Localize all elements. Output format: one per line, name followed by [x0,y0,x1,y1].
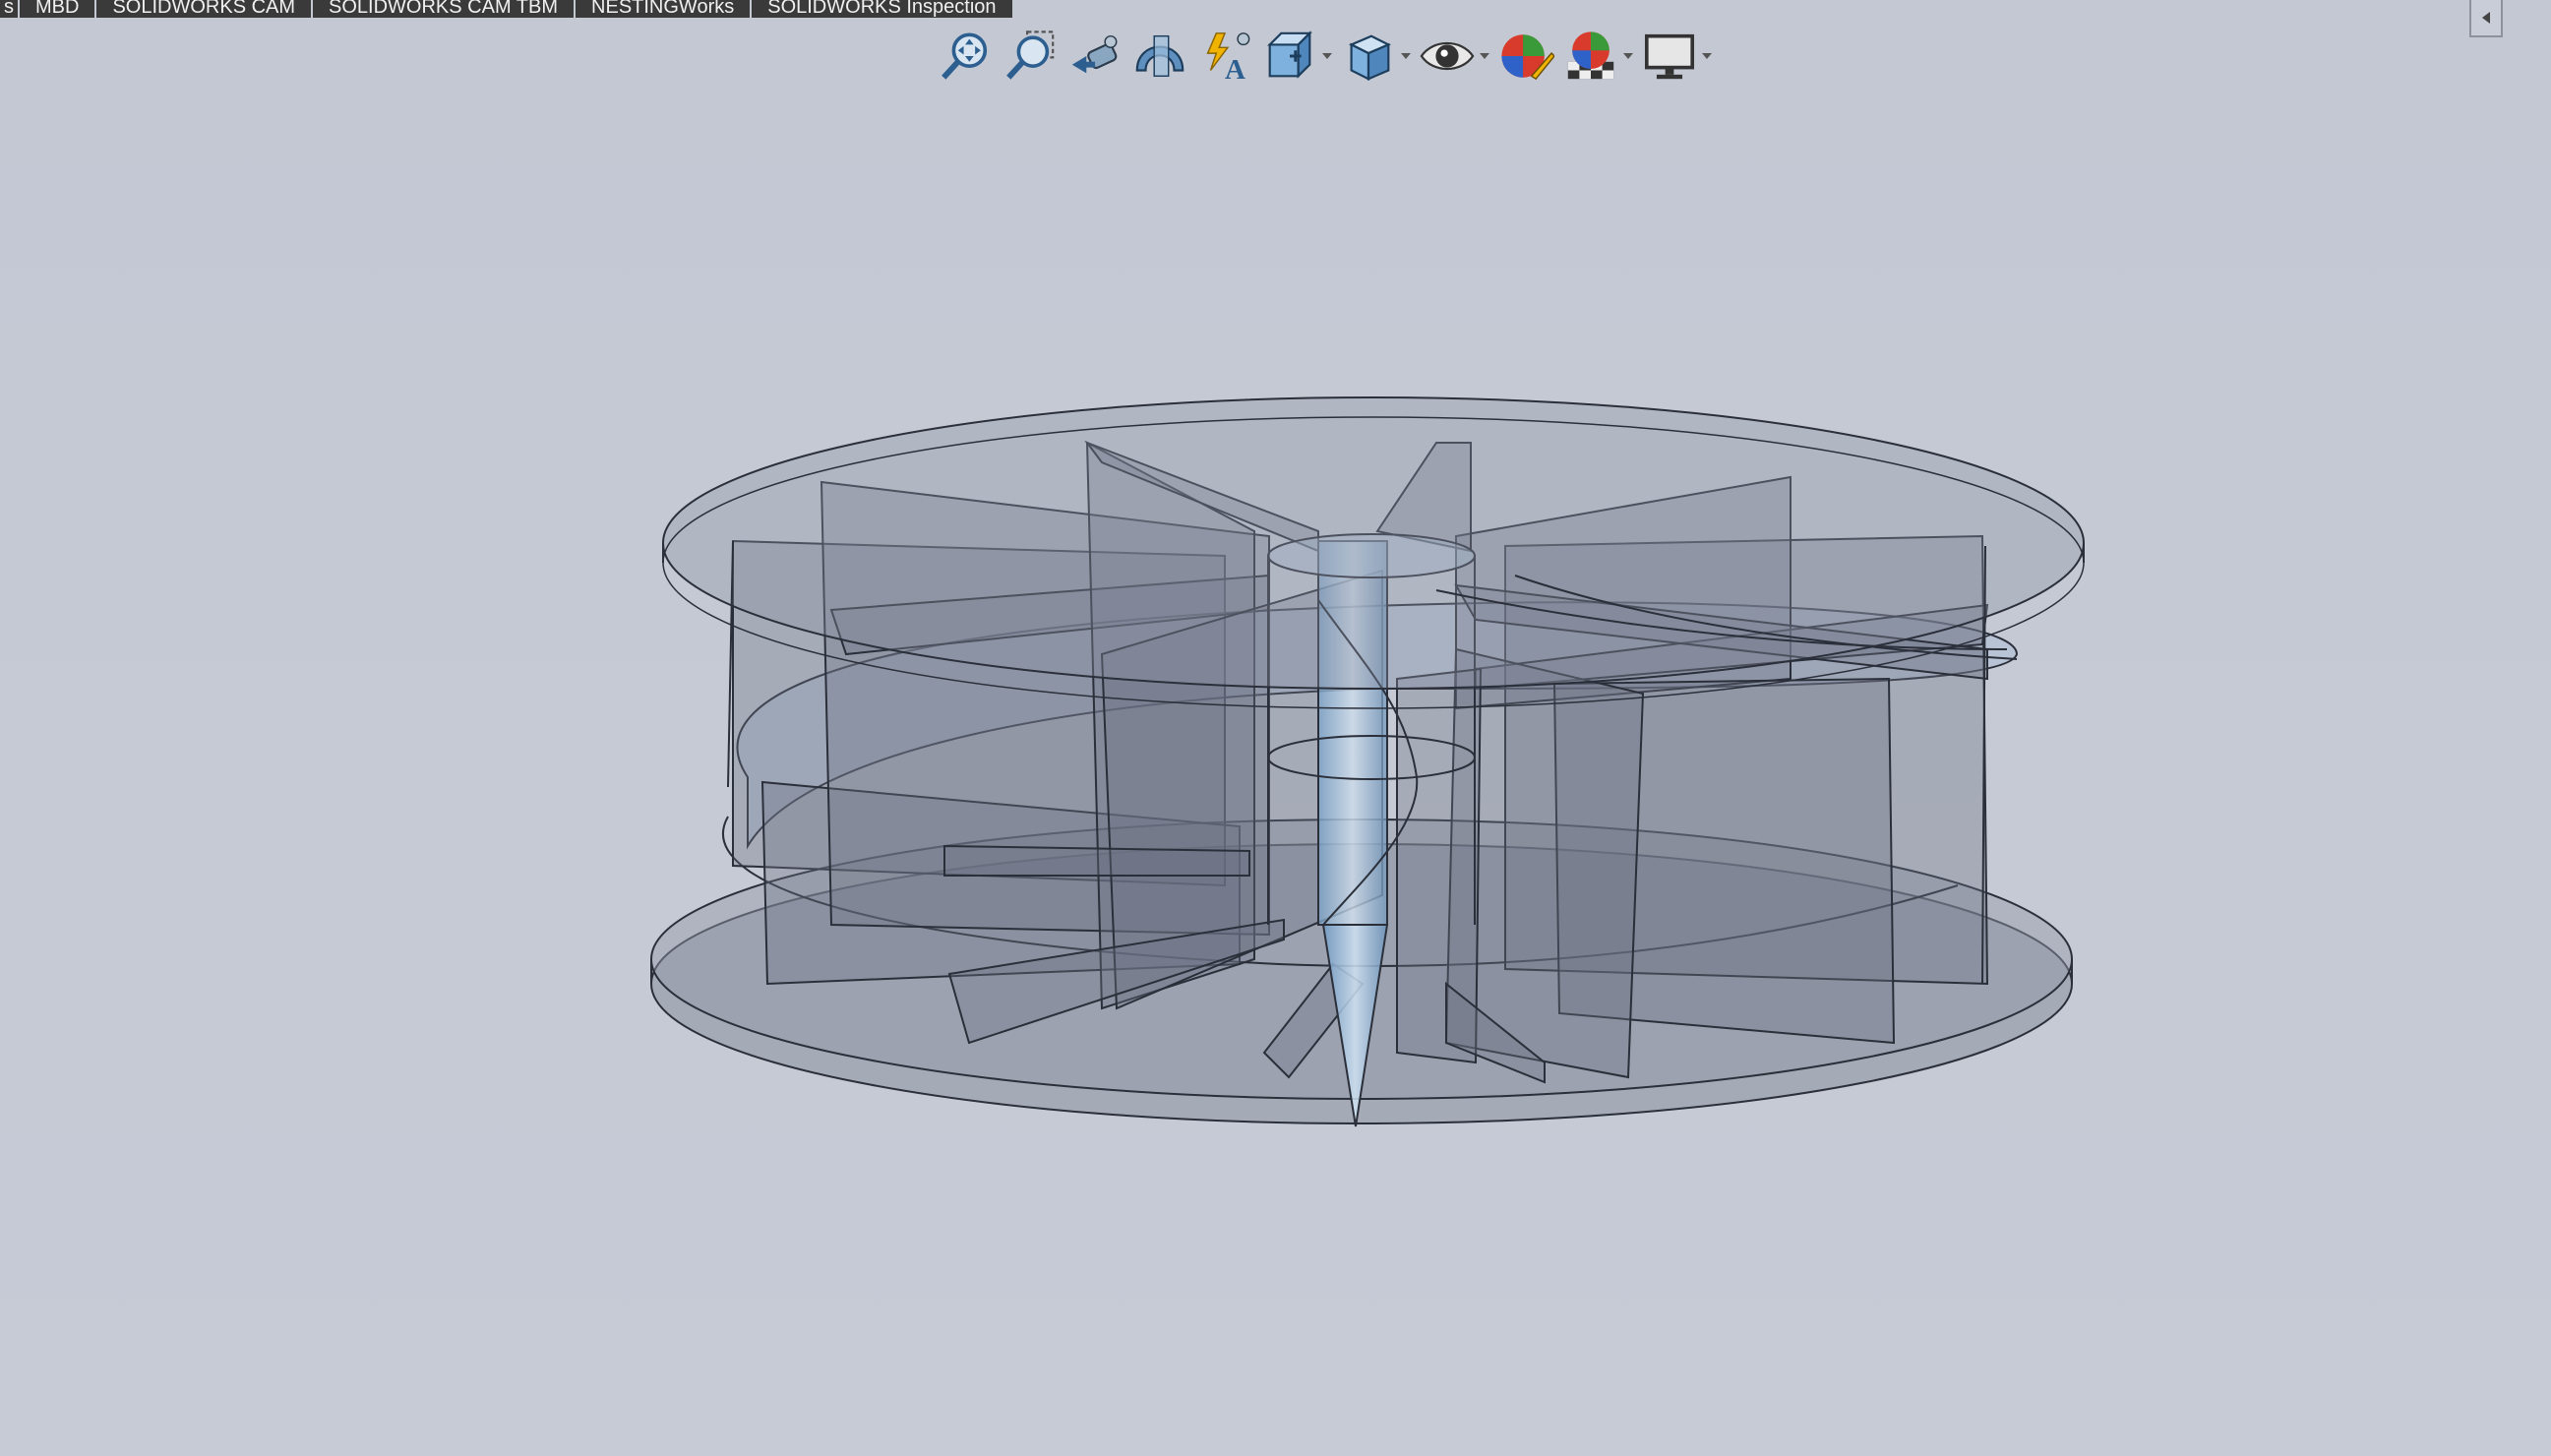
chevron-down-icon [1401,53,1411,59]
display-style-button[interactable] [1338,26,1399,87]
apply-scene-group [1560,26,1635,87]
view-settings-dropdown[interactable] [1700,26,1714,87]
impeller-model[interactable] [0,0,2551,1456]
tab-nestingworks[interactable]: NESTINGWorks [576,0,753,18]
collapse-arrow-icon [2482,12,2490,24]
tab-solidworks-inspection[interactable]: SOLIDWORKS Inspection [752,0,1014,18]
zoom-to-fit-button[interactable] [935,26,996,87]
command-manager-tabs: s MBD SOLIDWORKS CAM SOLIDWORKS CAM TBM … [0,0,1014,18]
chevron-down-icon [1623,53,1633,59]
previous-view-button[interactable] [1064,26,1125,87]
heads-up-view-toolbar: A [935,22,1714,91]
tab-mbd[interactable]: MBD [20,0,97,18]
hide-show-items-dropdown[interactable] [1478,26,1491,87]
graphics-area[interactable]: s MBD SOLIDWORKS CAM SOLIDWORKS CAM TBM … [0,0,2551,1456]
display-style-icon [1349,34,1391,81]
view-orientation-dropdown[interactable] [1320,26,1334,87]
apply-scene-dropdown[interactable] [1621,26,1635,87]
section-view-icon [1135,34,1184,78]
chevron-down-icon [1322,53,1332,59]
task-pane-collapse-button[interactable] [2469,0,2503,37]
display-style-group [1338,26,1413,87]
svg-text:A: A [1225,54,1245,85]
previous-view-icon [1071,34,1118,74]
zoom-to-area-icon [1006,30,1055,80]
tab-partial[interactable]: s [0,0,20,18]
view-orientation-icon [1267,30,1312,79]
tab-solidworks-cam[interactable]: SOLIDWORKS CAM [96,0,314,18]
dynamic-annotation-views-icon: A [1206,32,1250,85]
zoom-to-fit-icon [941,32,988,80]
view-orientation-group [1259,26,1334,87]
apply-scene-button[interactable] [1560,26,1621,87]
apply-scene-icon [1567,31,1614,80]
edit-appearance-icon [1501,34,1554,81]
chevron-down-icon [1480,53,1489,59]
hide-show-items-group [1417,26,1491,87]
display-style-dropdown[interactable] [1399,26,1413,87]
zoom-to-area-button[interactable] [1000,26,1061,87]
edit-appearance-button[interactable] [1495,26,1556,87]
view-settings-button[interactable] [1639,26,1700,87]
hide-show-items-icon [1420,42,1475,70]
view-settings-group [1639,26,1714,87]
view-settings-icon [1644,33,1695,80]
section-view-button[interactable] [1129,26,1190,87]
chevron-down-icon [1702,53,1712,59]
dynamic-annotation-views-button[interactable]: A [1194,26,1255,87]
tab-solidworks-cam-tbm[interactable]: SOLIDWORKS CAM TBM [313,0,577,18]
view-orientation-button[interactable] [1259,26,1320,87]
hide-show-items-button[interactable] [1417,26,1478,87]
